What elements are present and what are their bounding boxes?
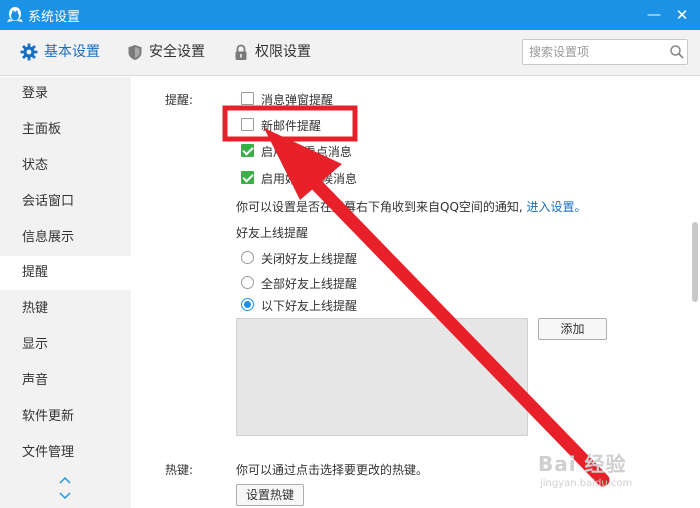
friend-greeting-checkbox[interactable]	[241, 171, 254, 184]
title-bar: 系统设置 — ✕	[0, 0, 700, 30]
sidebar-item-sound[interactable]: 声音	[0, 364, 131, 398]
sidebar-item-hotkeys[interactable]: 热键	[0, 292, 131, 326]
sidebar-item-login[interactable]: 登录	[0, 77, 131, 111]
search-input[interactable]	[529, 43, 665, 61]
sidebar-item-status[interactable]: 状态	[0, 149, 131, 183]
new-mail-reminder-checkbox[interactable]	[241, 118, 254, 131]
sidebar-item-main-panel[interactable]: 主面板	[0, 113, 131, 147]
selected-friends-list[interactable]	[236, 318, 528, 436]
popup-reminder-checkbox[interactable]	[241, 92, 254, 105]
close-button[interactable]: ✕	[670, 6, 694, 24]
gear-icon	[20, 43, 38, 61]
add-friend-button[interactable]: 添加	[538, 318, 607, 340]
tab-permission-settings[interactable]: 权限设置	[233, 30, 311, 76]
sidebar-item-display[interactable]: 显示	[0, 328, 131, 362]
friend-online-off-radio[interactable]	[241, 251, 254, 264]
settings-tab-bar: 基本设置 安全设置 权限设置	[0, 30, 700, 76]
set-hotkey-button[interactable]: 设置热键	[236, 484, 304, 506]
minimize-button[interactable]: —	[642, 6, 666, 24]
lock-icon	[235, 44, 247, 60]
friend-online-off-label: 关闭好友上线提醒	[261, 252, 358, 266]
settings-search-box[interactable]	[522, 39, 688, 65]
qq-penguin-icon	[7, 7, 23, 22]
reminders-section-label: 提醒:	[165, 93, 194, 107]
tab-basic-settings[interactable]: 基本设置	[20, 30, 100, 76]
chevron-up-icon[interactable]	[59, 475, 71, 485]
settings-sidebar: 登录 主面板 状态 会话窗口 信息展示 提醒 热键 显示 声音 软件更新 文件管…	[0, 77, 131, 508]
window-title: 系统设置	[28, 10, 81, 25]
baidu-jingyan-watermark: Bai 经验 jingyan.baidu.com	[538, 440, 688, 500]
friend-online-all-radio[interactable]	[241, 276, 254, 289]
friend-online-title: 好友上线提醒	[236, 226, 309, 240]
sidebar-item-info-display[interactable]: 信息展示	[0, 221, 131, 255]
chevron-down-icon[interactable]	[59, 491, 71, 501]
friend-online-selected-radio[interactable]	[241, 298, 254, 311]
popup-reminder-label: 消息弹窗提醒	[261, 93, 334, 107]
enter-settings-link[interactable]: 进入设置。	[527, 200, 587, 214]
tab-security-settings[interactable]: 安全设置	[127, 30, 205, 76]
friend-online-selected-label: 以下好友上线提醒	[261, 299, 358, 313]
search-icon[interactable]	[669, 44, 685, 60]
sidebar-item-software-update[interactable]: 软件更新	[0, 400, 131, 434]
sidebar-item-file-management[interactable]: 文件管理	[0, 436, 131, 470]
content-scrollbar[interactable]	[690, 77, 700, 508]
qq-kandian-checkbox[interactable]	[241, 144, 254, 157]
friend-greeting-label: 启用好友问候消息	[261, 172, 358, 186]
sidebar-item-reminders[interactable]: 提醒	[0, 256, 131, 290]
sidebar-item-chat-window[interactable]: 会话窗口	[0, 185, 131, 219]
hotkeys-section-label: 热键:	[165, 463, 194, 477]
qzone-notice-body: 你可以设置是否在屏幕右下角收到来自QQ空间的通知,	[236, 200, 523, 214]
watermark-url: jingyan.baidu.com	[540, 478, 633, 489]
new-mail-reminder-label: 新邮件提醒	[261, 119, 322, 133]
tab-label: 权限设置	[255, 44, 311, 60]
qq-kandian-label: 启用QQ看点消息	[261, 145, 352, 159]
tab-label: 基本设置	[44, 44, 100, 60]
hotkeys-description: 你可以通过点击选择要更改的热键。	[236, 463, 429, 477]
watermark-brand: Bai 经验	[538, 452, 627, 476]
friend-online-all-label: 全部好友上线提醒	[261, 277, 358, 291]
scrollbar-thumb[interactable]	[692, 222, 698, 302]
qzone-notice-text: 你可以设置是否在屏幕右下角收到来自QQ空间的通知, 进入设置。	[236, 198, 587, 215]
shield-icon	[128, 44, 142, 60]
tab-label: 安全设置	[149, 44, 205, 60]
